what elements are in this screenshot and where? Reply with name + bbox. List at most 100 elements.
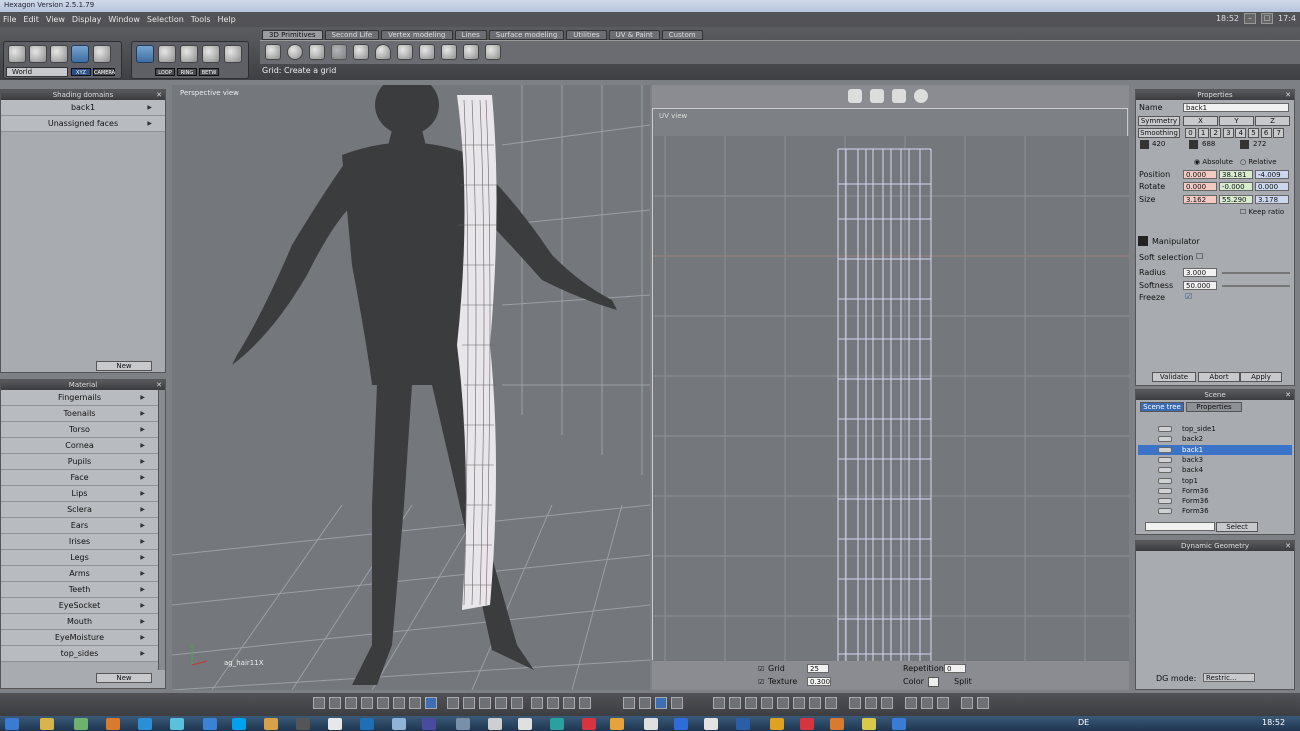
close-icon[interactable]: ✕ bbox=[156, 90, 162, 100]
snapshot-2-icon[interactable] bbox=[977, 697, 989, 709]
camera-3-icon[interactable] bbox=[937, 697, 949, 709]
taskbar-app-icon[interactable] bbox=[644, 718, 658, 730]
render-smooth-icon[interactable] bbox=[479, 697, 491, 709]
render-full-icon[interactable] bbox=[511, 697, 523, 709]
shading-new-button[interactable]: New bbox=[96, 361, 152, 371]
name-input[interactable]: back1 bbox=[1183, 103, 1289, 112]
tab-scene-properties[interactable]: Properties bbox=[1186, 402, 1242, 412]
position-y[interactable]: 38.181 bbox=[1219, 170, 1253, 179]
camera-2-icon[interactable] bbox=[921, 697, 933, 709]
taskbar-app-icon[interactable] bbox=[138, 718, 152, 730]
smoothing-level-button[interactable]: 3 bbox=[1222, 128, 1234, 138]
snapshot-1-icon[interactable] bbox=[961, 697, 973, 709]
scene-tree-item[interactable]: back1 bbox=[1138, 444, 1292, 455]
taskbar-app-icon[interactable] bbox=[392, 718, 406, 730]
torus-primitive-icon[interactable] bbox=[485, 44, 501, 60]
icosahedron-primitive-icon[interactable] bbox=[463, 44, 479, 60]
material-item[interactable]: Face ▶ bbox=[1, 470, 158, 486]
rotate-x[interactable]: 0.000 bbox=[1183, 182, 1217, 191]
rotate-z[interactable]: 0.000 bbox=[1255, 182, 1289, 191]
select-edge-icon[interactable] bbox=[158, 45, 176, 63]
camera-button[interactable]: CAMERA bbox=[93, 68, 115, 76]
taskbar-app-icon[interactable] bbox=[674, 718, 688, 730]
symmetry-y-button[interactable]: Y bbox=[1219, 116, 1254, 126]
rotate-y[interactable]: -0.000 bbox=[1219, 182, 1253, 191]
cone-primitive-icon[interactable] bbox=[375, 44, 391, 60]
shading-8-icon[interactable] bbox=[825, 697, 837, 709]
apply-button[interactable]: Apply bbox=[1240, 372, 1282, 382]
visibility-icon[interactable] bbox=[1158, 426, 1172, 432]
between-button[interactable]: BETW bbox=[199, 68, 219, 76]
scene-tree-item[interactable]: top_side1 bbox=[1138, 424, 1292, 434]
taskbar-app-icon[interactable] bbox=[830, 718, 844, 730]
material-item[interactable]: Ears ▶ bbox=[1, 518, 158, 534]
taskbar-app-icon[interactable] bbox=[862, 718, 876, 730]
xyz-button[interactable]: XYZ bbox=[71, 68, 91, 76]
select-vertex-icon[interactable] bbox=[136, 45, 154, 63]
material-item[interactable]: Pupils ▶ bbox=[1, 454, 158, 470]
shading-item[interactable]: back1 ▶ bbox=[1, 100, 165, 116]
universal-manipulator-icon[interactable] bbox=[71, 45, 89, 63]
visibility-icon[interactable] bbox=[1158, 498, 1172, 505]
menu-help[interactable]: Help bbox=[218, 15, 236, 24]
scene-tree-item[interactable]: back3 bbox=[1138, 455, 1292, 465]
close-icon[interactable]: ✕ bbox=[1285, 390, 1291, 400]
shading-6-icon[interactable] bbox=[793, 697, 805, 709]
menu-window[interactable]: Window bbox=[108, 15, 140, 24]
scene-tree-item[interactable]: Form36 bbox=[1138, 506, 1292, 516]
repetition-value[interactable]: 0 bbox=[944, 664, 966, 673]
menu-selection[interactable]: Selection bbox=[147, 15, 184, 24]
grid-snap-icon[interactable] bbox=[655, 697, 667, 709]
tab-uv-paint[interactable]: UV & Paint bbox=[608, 30, 660, 40]
select-tool-icon[interactable] bbox=[8, 45, 26, 63]
material-scrollbar[interactable] bbox=[158, 390, 165, 670]
symmetry-x-button[interactable]: X bbox=[1183, 116, 1218, 126]
symmetry-button[interactable]: Symmetry bbox=[1138, 116, 1180, 126]
taskbar-app-icon[interactable] bbox=[232, 718, 246, 730]
menu-tools[interactable]: Tools bbox=[191, 15, 211, 24]
scene-tree-item[interactable]: Form36 bbox=[1138, 486, 1292, 496]
shading-2-icon[interactable] bbox=[729, 697, 741, 709]
taskbar-app-icon[interactable] bbox=[550, 718, 564, 730]
abort-button[interactable]: Abort bbox=[1198, 372, 1240, 382]
maximize-button[interactable]: □ bbox=[1261, 13, 1274, 24]
taskbar-app-icon[interactable] bbox=[264, 718, 278, 730]
cube-primitive-icon[interactable] bbox=[265, 44, 281, 60]
size-x[interactable]: 3.162 bbox=[1183, 195, 1217, 204]
scene-tree-item[interactable]: Form36 bbox=[1138, 496, 1292, 506]
render-wire-icon[interactable] bbox=[447, 697, 459, 709]
menu-file[interactable]: File bbox=[3, 15, 16, 24]
cylinder-primitive-icon[interactable] bbox=[353, 44, 369, 60]
texture-value[interactable]: 0.300 bbox=[807, 677, 831, 686]
texture-checkbox[interactable]: ☑ bbox=[758, 678, 764, 686]
zoom-icon[interactable] bbox=[563, 697, 575, 709]
dg-mode-select[interactable]: Restric... bbox=[1203, 673, 1255, 682]
uv-rotate-icon[interactable] bbox=[870, 89, 884, 103]
layout-three-icon[interactable] bbox=[345, 697, 357, 709]
tab-vertex-modeling[interactable]: Vertex modeling bbox=[381, 30, 453, 40]
absolute-radio[interactable]: ◉ Absolute bbox=[1194, 158, 1233, 166]
visibility-icon[interactable] bbox=[1158, 467, 1172, 474]
frame-selection-icon[interactable] bbox=[547, 697, 559, 709]
visibility-icon[interactable] bbox=[1158, 446, 1172, 453]
material-item[interactable]: Irises ▶ bbox=[1, 534, 158, 550]
rotate-tool-icon[interactable] bbox=[29, 45, 47, 63]
visibility-icon[interactable] bbox=[1158, 477, 1172, 484]
camera-1-icon[interactable] bbox=[905, 697, 917, 709]
taskbar-app-icon[interactable] bbox=[704, 718, 718, 730]
lamp-icon[interactable] bbox=[671, 697, 683, 709]
taskbar-app-icon[interactable] bbox=[892, 718, 906, 730]
tab-custom[interactable]: Custom bbox=[661, 30, 703, 40]
loop-button[interactable]: LOOP bbox=[155, 68, 175, 76]
material-item[interactable]: Arms ▶ bbox=[1, 566, 158, 582]
scale-tool-icon[interactable] bbox=[50, 45, 68, 63]
light-3-icon[interactable] bbox=[881, 697, 893, 709]
material-item[interactable]: Lips ▶ bbox=[1, 486, 158, 502]
world-select[interactable]: World bbox=[6, 67, 68, 77]
select-object-icon[interactable] bbox=[202, 45, 220, 63]
uv-move-icon[interactable] bbox=[848, 89, 862, 103]
taskbar-app-icon[interactable] bbox=[328, 718, 342, 730]
uv-view[interactable]: UV view bbox=[652, 108, 1129, 661]
taskbar-app-icon[interactable] bbox=[488, 718, 502, 730]
material-item[interactable]: Cornea ▶ bbox=[1, 438, 158, 454]
